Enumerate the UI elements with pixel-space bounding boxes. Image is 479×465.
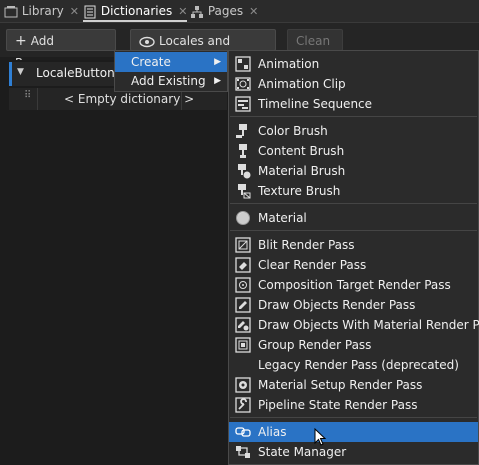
menu-item-composition-target[interactable]: Composition Target Render Pass	[229, 275, 478, 295]
menu-item-alias[interactable]: Alias	[229, 422, 478, 442]
composition-target-icon	[235, 277, 251, 293]
state-manager-icon	[236, 446, 250, 458]
composition-label: Composition Target Render Pass	[258, 278, 451, 292]
animation-label: Animation	[258, 57, 320, 71]
clear-render-pass-icon	[235, 257, 251, 273]
animation-clip-label: Animation Clip	[258, 77, 346, 91]
clear-label: Clear Render Pass	[258, 258, 367, 272]
draw-objects-material-icon	[235, 317, 251, 333]
menu-item-group-render-pass[interactable]: Group Render Pass	[229, 335, 478, 355]
timeline-sequence-label: Timeline Sequence	[258, 97, 373, 111]
menu-item-color-brush[interactable]: Color Brush	[229, 121, 478, 141]
create-label: Create	[131, 55, 171, 69]
blit-label: Blit Render Pass	[258, 238, 355, 252]
group-render-pass-icon	[235, 337, 251, 353]
menu-item-blit-render-pass[interactable]: Blit Render Pass	[229, 235, 478, 255]
draw-objects-material-label: Draw Objects With Material Render Pass	[258, 318, 479, 332]
menu-item-create[interactable]: Create ▶	[115, 52, 227, 72]
context-menu: Create ▶ Add Existing ▶	[114, 50, 228, 92]
menu-item-animation-clip[interactable]: Animation Clip	[229, 74, 478, 94]
content-brush-label: Content Brush	[258, 144, 345, 158]
material-setup-label: Material Setup Render Pass	[258, 378, 423, 392]
empty-dictionary-label: < Empty dictionary >	[64, 92, 195, 106]
alias-label: Alias	[258, 425, 287, 439]
menu-item-legacy-render-pass[interactable]: Legacy Render Pass (deprecated)	[229, 355, 478, 375]
pages-icon	[191, 5, 203, 18]
close-icon[interactable]: ✕	[70, 5, 79, 18]
create-submenu: Animation Animation Clip Timeline Sequen…	[228, 50, 479, 465]
add-existing-label: Add Existing	[131, 74, 206, 88]
close-icon[interactable]: ✕	[178, 5, 187, 18]
color-brush-label: Color Brush	[258, 124, 328, 138]
library-icon	[4, 5, 18, 17]
mouse-cursor-icon	[314, 428, 327, 446]
material-sphere-icon	[236, 211, 250, 225]
menu-item-pipeline-state[interactable]: Pipeline State Render Pass	[229, 395, 478, 415]
tab-library[interactable]: Library ✕	[4, 0, 79, 22]
material-label: Material	[258, 211, 307, 225]
drag-handle-icon[interactable]: ⠿	[24, 90, 31, 101]
dictionary-tree	[0, 60, 230, 465]
tab-pages-label: Pages	[207, 4, 244, 18]
material-brush-label: Material Brush	[258, 164, 346, 178]
plus-icon: +	[15, 33, 27, 49]
menu-item-timeline-sequence[interactable]: Timeline Sequence	[229, 94, 478, 114]
tab-bar: Library ✕ Dictionaries ✕ Pages ✕	[0, 0, 479, 23]
eye-icon	[139, 36, 155, 47]
animation-icon	[235, 56, 251, 72]
content-brush-icon	[239, 144, 247, 158]
menu-item-draw-objects-material[interactable]: Draw Objects With Material Render Pass	[229, 315, 479, 335]
add-resource-button[interactable]: +Add Resource	[6, 29, 116, 70]
material-setup-icon	[235, 377, 251, 393]
menu-item-draw-objects[interactable]: Draw Objects Render Pass	[229, 295, 478, 315]
draw-objects-icon	[235, 297, 251, 313]
tab-dictionaries-label: Dictionaries	[100, 4, 173, 18]
tab-library-label: Library	[21, 4, 64, 18]
menu-item-material-brush[interactable]: Material Brush	[229, 161, 478, 181]
menu-separator	[230, 116, 477, 117]
wrench-icon	[235, 397, 251, 413]
group-label: Group Render Pass	[258, 338, 372, 352]
color-brush-icon	[236, 124, 247, 138]
clean-button[interactable]: Clean	[287, 29, 343, 51]
draw-objects-label: Draw Objects Render Pass	[258, 298, 416, 312]
menu-item-animation[interactable]: Animation	[229, 54, 478, 74]
divider	[37, 88, 38, 110]
legacy-label: Legacy Render Pass (deprecated)	[258, 358, 459, 372]
locales-themes-button[interactable]: Locales and Themes	[130, 29, 276, 70]
timeline-sequence-icon	[235, 96, 251, 112]
clean-label: Clean	[296, 34, 331, 48]
state-manager-label: State Manager	[258, 445, 347, 459]
menu-item-add-existing[interactable]: Add Existing ▶	[115, 71, 227, 91]
texture-brush-label: Texture Brush	[258, 184, 341, 198]
menu-item-clear-render-pass[interactable]: Clear Render Pass	[229, 255, 478, 275]
chevron-right-icon: ▶	[214, 76, 221, 86]
close-icon[interactable]: ✕	[249, 5, 258, 18]
texture-brush-icon	[238, 184, 251, 199]
menu-item-material[interactable]: Material	[229, 208, 478, 228]
menu-separator	[230, 230, 477, 231]
menu-separator	[230, 203, 477, 204]
menu-separator	[230, 417, 477, 418]
pipeline-state-label: Pipeline State Render Pass	[258, 398, 418, 412]
tab-dictionaries[interactable]: Dictionaries ✕	[83, 0, 188, 22]
blit-render-pass-icon	[235, 237, 251, 253]
menu-item-material-setup[interactable]: Material Setup Render Pass	[229, 375, 478, 395]
chevron-right-icon: ▶	[214, 57, 221, 67]
tab-pages[interactable]: Pages ✕	[190, 0, 258, 22]
expand-triangle-icon[interactable]: ▼	[17, 67, 24, 77]
tree-root-label: LocaleButton	[36, 66, 115, 80]
menu-item-state-manager[interactable]: State Manager	[229, 442, 478, 462]
menu-item-texture-brush[interactable]: Texture Brush	[229, 181, 478, 201]
material-brush-icon	[238, 164, 251, 179]
menu-item-content-brush[interactable]: Content Brush	[229, 141, 478, 161]
animation-clip-icon	[235, 77, 251, 91]
dictionaries-icon	[84, 5, 96, 18]
alias-link-icon	[235, 427, 251, 437]
